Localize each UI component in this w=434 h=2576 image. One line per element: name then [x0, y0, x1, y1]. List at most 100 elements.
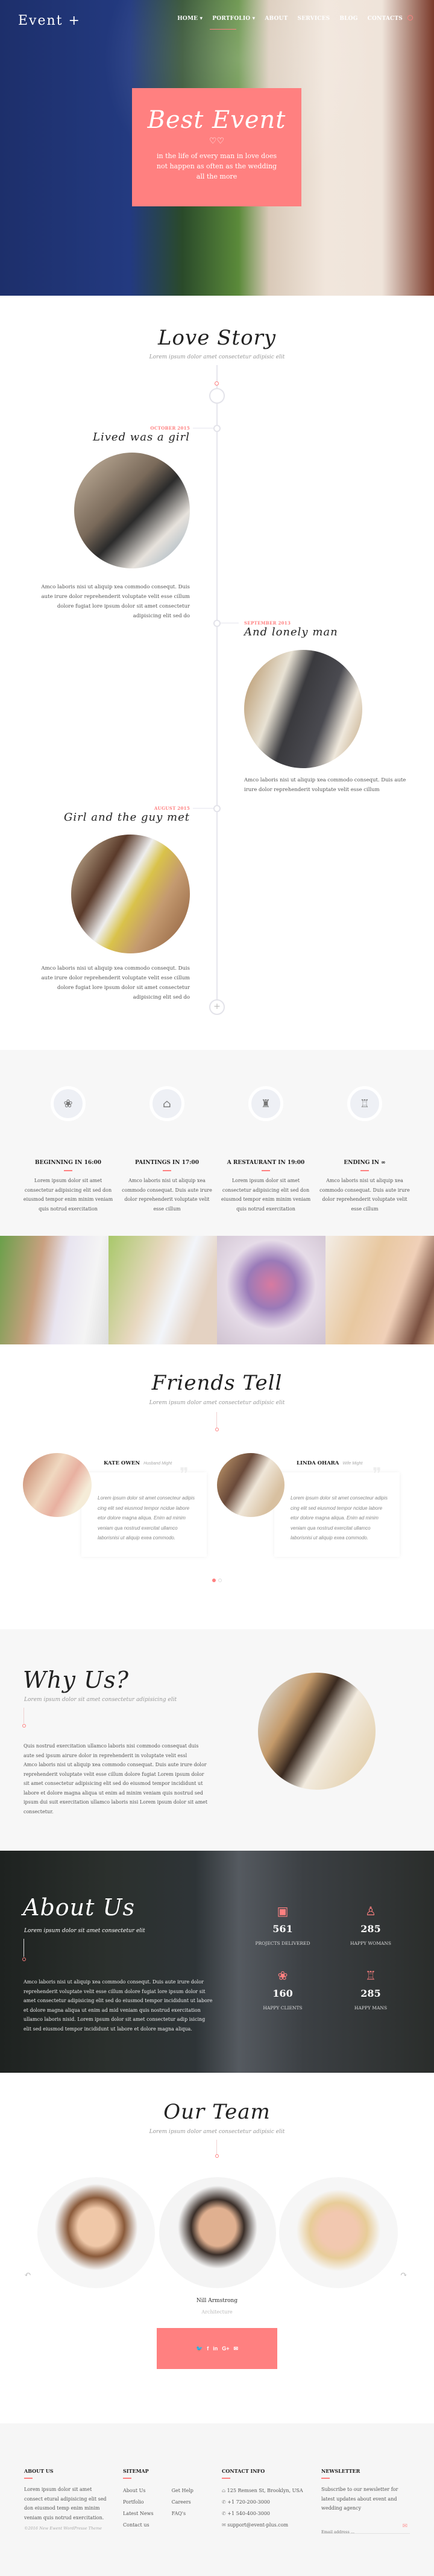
event-title: A RESTAURANT IN 19:00: [227, 1160, 305, 1166]
footer-link[interactable]: Latest News: [123, 2508, 154, 2519]
nav-portfolio[interactable]: PORTFOLIO ▾: [212, 16, 255, 22]
event-text: Amco laboris nisi ut aliquip xea commodo…: [319, 1178, 410, 1212]
contact-email[interactable]: support@event-plus.com: [227, 2522, 288, 2528]
send-icon[interactable]: ✉: [403, 2523, 407, 2530]
logo[interactable]: Event +: [18, 13, 81, 28]
nav-contacts[interactable]: CONTACTS: [368, 16, 403, 22]
why-us-subtitle: Lorem ipsum dolor sit amet consectetur a…: [24, 1697, 177, 1703]
event-title: BEGINNING IN 16:00: [34, 1160, 101, 1166]
arch-icon: ⌂: [149, 1086, 184, 1121]
photo-album-icon: ▣: [277, 1904, 289, 1918]
bouquet-icon: ❀: [277, 1968, 288, 1983]
story-text: Amco laboris nisi ut aliquip xea commodo…: [41, 584, 190, 619]
story-photo-man: [244, 650, 362, 768]
twitter-icon[interactable]: 🐦: [196, 2345, 203, 2352]
story-photo-couple: [71, 835, 190, 953]
hero-section: Event + HOME ▾ PORTFOLIO ▾ ABOUT SERVICE…: [0, 0, 434, 296]
arrow-left-icon[interactable]: ↶: [24, 2270, 31, 2280]
bouquet-icon: ❀: [51, 1086, 86, 1121]
arrow-right-icon[interactable]: ↷: [400, 2270, 407, 2280]
testimonial-author: KATE OWEN Husband Might: [104, 1455, 172, 1467]
team-title: Our Team: [163, 2100, 271, 2124]
author-role: Husband Might: [143, 1461, 172, 1466]
story-date: AUGUST 2015: [154, 806, 190, 811]
timeline-node: [213, 620, 221, 627]
event-text: Lorem ipsum dolor sit amet consectetur a…: [23, 1178, 113, 1212]
carousel-dot-active[interactable]: [212, 1579, 216, 1582]
gallery-photo[interactable]: [326, 1236, 434, 1344]
event-title: PAINTINGS IN 17:00: [135, 1160, 199, 1166]
stat-label: HAPPY WOMANS: [350, 1941, 392, 1946]
story-heading: Girl and the guy met: [64, 811, 190, 824]
timeline-top-node: [209, 388, 225, 404]
footer-link[interactable]: About Us: [123, 2485, 154, 2496]
google-plus-icon[interactable]: G+: [222, 2345, 229, 2352]
about-text: Amco laboris nisi ut aliquip xea commodo…: [24, 1979, 213, 2032]
nav-home[interactable]: HOME ▾: [177, 16, 203, 22]
footer-newsletter: NEWSLETTER Subscribe to our newsletter f…: [321, 2468, 412, 2534]
timeline-node: [213, 805, 221, 812]
footer-link[interactable]: Portfolio: [123, 2496, 154, 2508]
facebook-icon[interactable]: f: [207, 2345, 209, 2352]
event-item: ⌂ PAINTINGS IN 17:00 Amco laboris nisi u…: [119, 1086, 215, 1213]
footer-heading: CONTACT INFO: [222, 2468, 265, 2474]
footer-link[interactable]: Contact us: [123, 2519, 154, 2531]
testimonial-author: LINDA OHARA Wife Might: [297, 1455, 362, 1467]
footer-sitemap: SITEMAP About Us Portfolio Latest News Cont…: [123, 2468, 213, 2531]
event-text: Amco laboris nisi ut aliquip xea commodo…: [122, 1178, 212, 1212]
team-member-photo[interactable]: [279, 2177, 398, 2288]
search-icon[interactable]: [407, 15, 413, 21]
story-text: Amco laboris nisi ut aliquip xea commodo…: [244, 777, 406, 793]
nav-about[interactable]: ABOUT: [265, 16, 288, 22]
stat-value: 160: [272, 1988, 293, 1999]
carousel-dot[interactable]: [218, 1579, 222, 1582]
footer-heading: ABOUT US: [24, 2468, 54, 2474]
timeline-connector: [193, 808, 213, 809]
footer-link[interactable]: Get Help: [172, 2485, 193, 2496]
plus-icon[interactable]: +: [209, 999, 225, 1015]
event-item: ♜ A RESTAURANT IN 19:00 Lorem ipsum dolo…: [218, 1086, 314, 1213]
gallery-photo[interactable]: [0, 1236, 108, 1344]
author-name: KATE OWEN: [104, 1460, 140, 1466]
email-input[interactable]: [321, 2529, 394, 2534]
story-photo-girl: [74, 453, 190, 568]
stat-value: 285: [360, 1923, 381, 1935]
event-text: Lorem ipsum dolor sit amet consectetur a…: [221, 1178, 311, 1212]
testimonial-avatar: [23, 1453, 92, 1517]
story-heading: Lived was a girl: [93, 431, 190, 444]
about-subtitle: Lorem ipsum dolor sit amet consectetur e…: [24, 1928, 145, 1934]
team-member-photo[interactable]: [37, 2177, 155, 2288]
nav-services[interactable]: SERVICES: [298, 16, 330, 22]
team-member-photo[interactable]: [159, 2177, 276, 2288]
divider-line: [216, 1412, 217, 1428]
dress-icon: ♙: [365, 1904, 376, 1918]
friends-subtitle: Lorem ipsum dolor amet consectetur adipi…: [149, 1400, 285, 1406]
linkedin-icon[interactable]: in: [213, 2345, 218, 2352]
footer-about-text: Lorem ipsum dolor sit amet consect etura…: [24, 2487, 107, 2520]
gallery-photo[interactable]: [108, 1236, 217, 1344]
footer-link[interactable]: Careers: [172, 2496, 193, 2508]
footer-link[interactable]: FAQ's: [172, 2508, 193, 2519]
mail-icon: ✉: [222, 2522, 226, 2528]
why-us-text: Quis nostrud exercitation ullamco labori…: [24, 1741, 210, 1816]
contact-phone[interactable]: +1 720-200-3000: [227, 2499, 270, 2505]
stat-value: 561: [272, 1923, 293, 1935]
stat-item: ▣ 561 PROJECTS DELIVERED: [247, 1904, 319, 1946]
hero-text: in the life of every man in love does no…: [156, 152, 277, 180]
nav-blog[interactable]: BLOG: [339, 16, 357, 22]
member-name: Nill Armstrong: [196, 2298, 238, 2304]
email-icon[interactable]: ✉: [233, 2345, 238, 2352]
main-nav: HOME ▾ PORTFOLIO ▾ ABOUT SERVICES BLOG C…: [177, 16, 403, 22]
about-title: About Us: [23, 1894, 135, 1921]
footer-about: ABOUT US Lorem ipsum dolor sit amet cons…: [24, 2468, 108, 2531]
author-name: LINDA OHARA: [297, 1460, 339, 1466]
quote-icon: ❞: [179, 1464, 189, 1484]
stat-item: ♙ 285 HAPPY WOMANS: [335, 1904, 407, 1946]
contact-phone[interactable]: +1 540-400-3000: [227, 2511, 270, 2516]
stat-label: HAPPY MANS: [354, 2005, 388, 2011]
nav-active-indicator: [210, 29, 236, 30]
why-us-para: Amco laboris nisi ut aliquip xea commodo…: [24, 1762, 208, 1814]
gallery-photo[interactable]: [217, 1236, 326, 1344]
testimonial-card: ❞ Lorem ipsum dolor sit amet consecteur …: [81, 1464, 207, 1557]
cake-icon: ♜: [248, 1086, 283, 1121]
